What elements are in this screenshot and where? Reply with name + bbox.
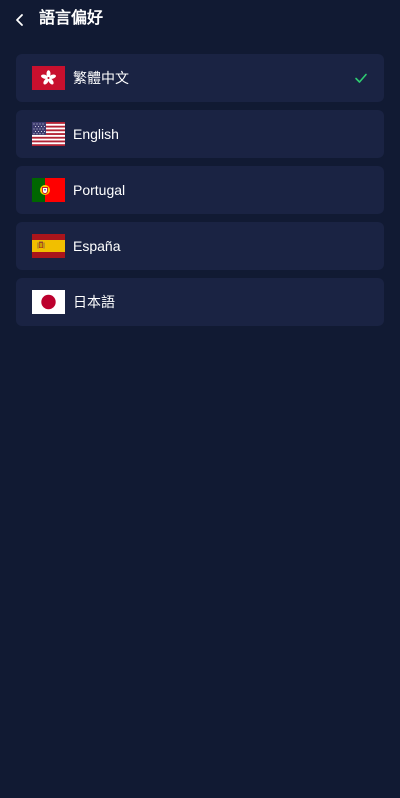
check-icon <box>354 71 368 85</box>
language-label: 繁體中文 <box>73 70 129 86</box>
language-label: 日本語 <box>73 294 115 310</box>
language-label: España <box>73 238 121 254</box>
hong-kong-flag-icon <box>32 66 65 90</box>
usa-flag-icon <box>32 122 65 146</box>
language-option-spanish[interactable]: España <box>16 222 384 270</box>
back-button[interactable] <box>8 8 32 32</box>
language-list: 繁體中文 English Portugal España 日本語 <box>16 54 384 334</box>
portugal-flag-icon <box>32 178 65 202</box>
chevron-left-icon <box>16 14 23 26</box>
language-option-english[interactable]: English <box>16 110 384 158</box>
language-label: English <box>73 126 119 142</box>
japan-flag-icon <box>32 290 65 314</box>
language-option-portuguese[interactable]: Portugal <box>16 166 384 214</box>
spain-flag-icon <box>32 234 65 258</box>
header: 語言偏好 <box>0 0 400 40</box>
language-option-traditional-chinese[interactable]: 繁體中文 <box>16 54 384 102</box>
language-label: Portugal <box>73 182 126 198</box>
page-title: 語言偏好 <box>39 10 104 27</box>
language-option-japanese[interactable]: 日本語 <box>16 278 384 326</box>
